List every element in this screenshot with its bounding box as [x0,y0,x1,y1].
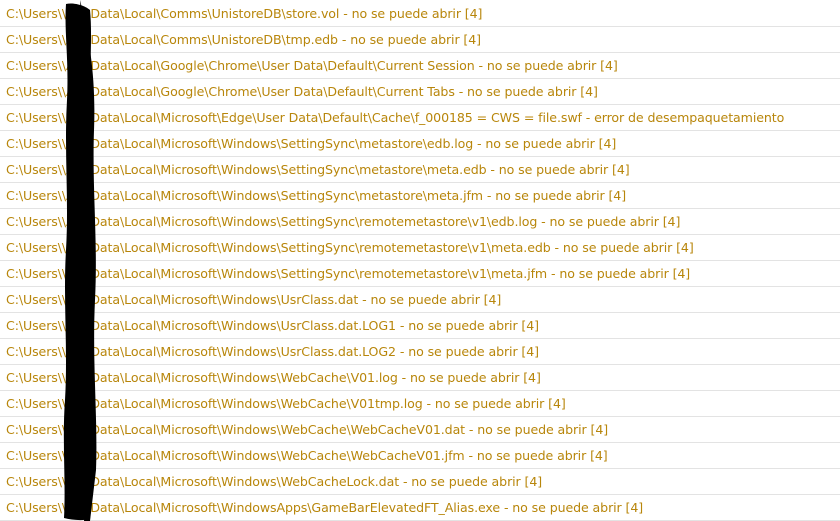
log-row[interactable]: C:\Users\\AppData\Local\Microsoft\Window… [0,183,840,209]
log-row[interactable]: C:\Users\\AppData\Local\Microsoft\Window… [0,469,840,495]
log-row[interactable]: C:\Users\\AppData\Local\Microsoft\Window… [0,235,840,261]
log-row-text: C:\Users\\AppData\Local\Comms\UnistoreDB… [6,32,481,47]
log-row-text: C:\Users\\AppData\Local\Microsoft\Window… [6,240,694,255]
log-row-text: C:\Users\\AppData\Local\Microsoft\Window… [6,188,627,203]
log-row[interactable]: C:\Users\\AppData\Local\Microsoft\Window… [0,287,840,313]
log-row-text: C:\Users\\AppData\Local\Microsoft\Window… [6,396,566,411]
log-row-text: C:\Users\\AppData\Local\Microsoft\Window… [6,448,608,463]
log-row-text: C:\Users\\AppData\Local\Google\Chrome\Us… [6,84,598,99]
log-row-text: C:\Users\\AppData\Local\Microsoft\Window… [6,500,644,515]
log-row[interactable]: C:\Users\\AppData\Local\Microsoft\Window… [0,131,840,157]
log-row-text: C:\Users\\AppData\Local\Microsoft\Window… [6,214,681,229]
log-row[interactable]: C:\Users\\AppData\Local\Microsoft\Window… [0,339,840,365]
log-row-text: C:\Users\\AppData\Local\Microsoft\Window… [6,136,617,151]
log-row-text: C:\Users\\AppData\Local\Comms\UnistoreDB… [6,6,483,21]
log-row-text: C:\Users\\AppData\Local\Microsoft\Window… [6,344,539,359]
log-row[interactable]: C:\Users\\AppData\Local\Google\Chrome\Us… [0,53,840,79]
log-row[interactable]: C:\Users\\AppData\Local\Microsoft\Window… [0,157,840,183]
log-row[interactable]: C:\Users\\AppData\Local\Comms\UnistoreDB… [0,27,840,53]
log-row[interactable]: C:\Users\\AppData\Local\Comms\UnistoreDB… [0,1,840,27]
log-row-text: C:\Users\\AppData\Local\Microsoft\Window… [6,422,609,437]
log-row-text: C:\Users\\AppData\Local\Microsoft\Edge\U… [6,110,785,125]
log-row[interactable]: C:\Users\\AppData\Local\Microsoft\Window… [0,417,840,443]
log-row-text: C:\Users\\AppData\Local\Microsoft\Window… [6,318,539,333]
log-row[interactable]: C:\Users\\AppData\Local\Microsoft\Window… [0,313,840,339]
log-row[interactable]: C:\Users\\AppData\Local\Google\Chrome\Us… [0,79,840,105]
log-row[interactable]: C:\Users\\AppData\Local\Microsoft\Window… [0,443,840,469]
log-row-text: C:\Users\\AppData\Local\Microsoft\Window… [6,474,543,489]
log-row[interactable]: C:\Users\\AppData\Local\Microsoft\Window… [0,391,840,417]
log-row-text: C:\Users\\AppData\Local\Google\Chrome\Us… [6,58,618,73]
log-row[interactable]: C:\Users\\AppData\Local\Microsoft\Edge\U… [0,105,840,131]
log-row-text: C:\Users\\AppData\Local\Microsoft\Window… [6,292,502,307]
log-row[interactable]: C:\Users\\AppData\Local\Microsoft\Window… [0,365,840,391]
log-row[interactable]: C:\Users\\AppData\Local\Microsoft\Window… [0,261,840,287]
log-row-text: C:\Users\\AppData\Local\Microsoft\Window… [6,266,691,281]
log-row[interactable]: C:\Users\\AppData\Local\Microsoft\Window… [0,495,840,521]
log-list: C:\Users\\AppData\Local\Comms\UnistoreDB… [0,0,840,521]
log-row-text: C:\Users\\AppData\Local\Microsoft\Window… [6,162,630,177]
log-row-text: C:\Users\\AppData\Local\Microsoft\Window… [6,370,541,385]
log-row[interactable]: C:\Users\\AppData\Local\Microsoft\Window… [0,209,840,235]
